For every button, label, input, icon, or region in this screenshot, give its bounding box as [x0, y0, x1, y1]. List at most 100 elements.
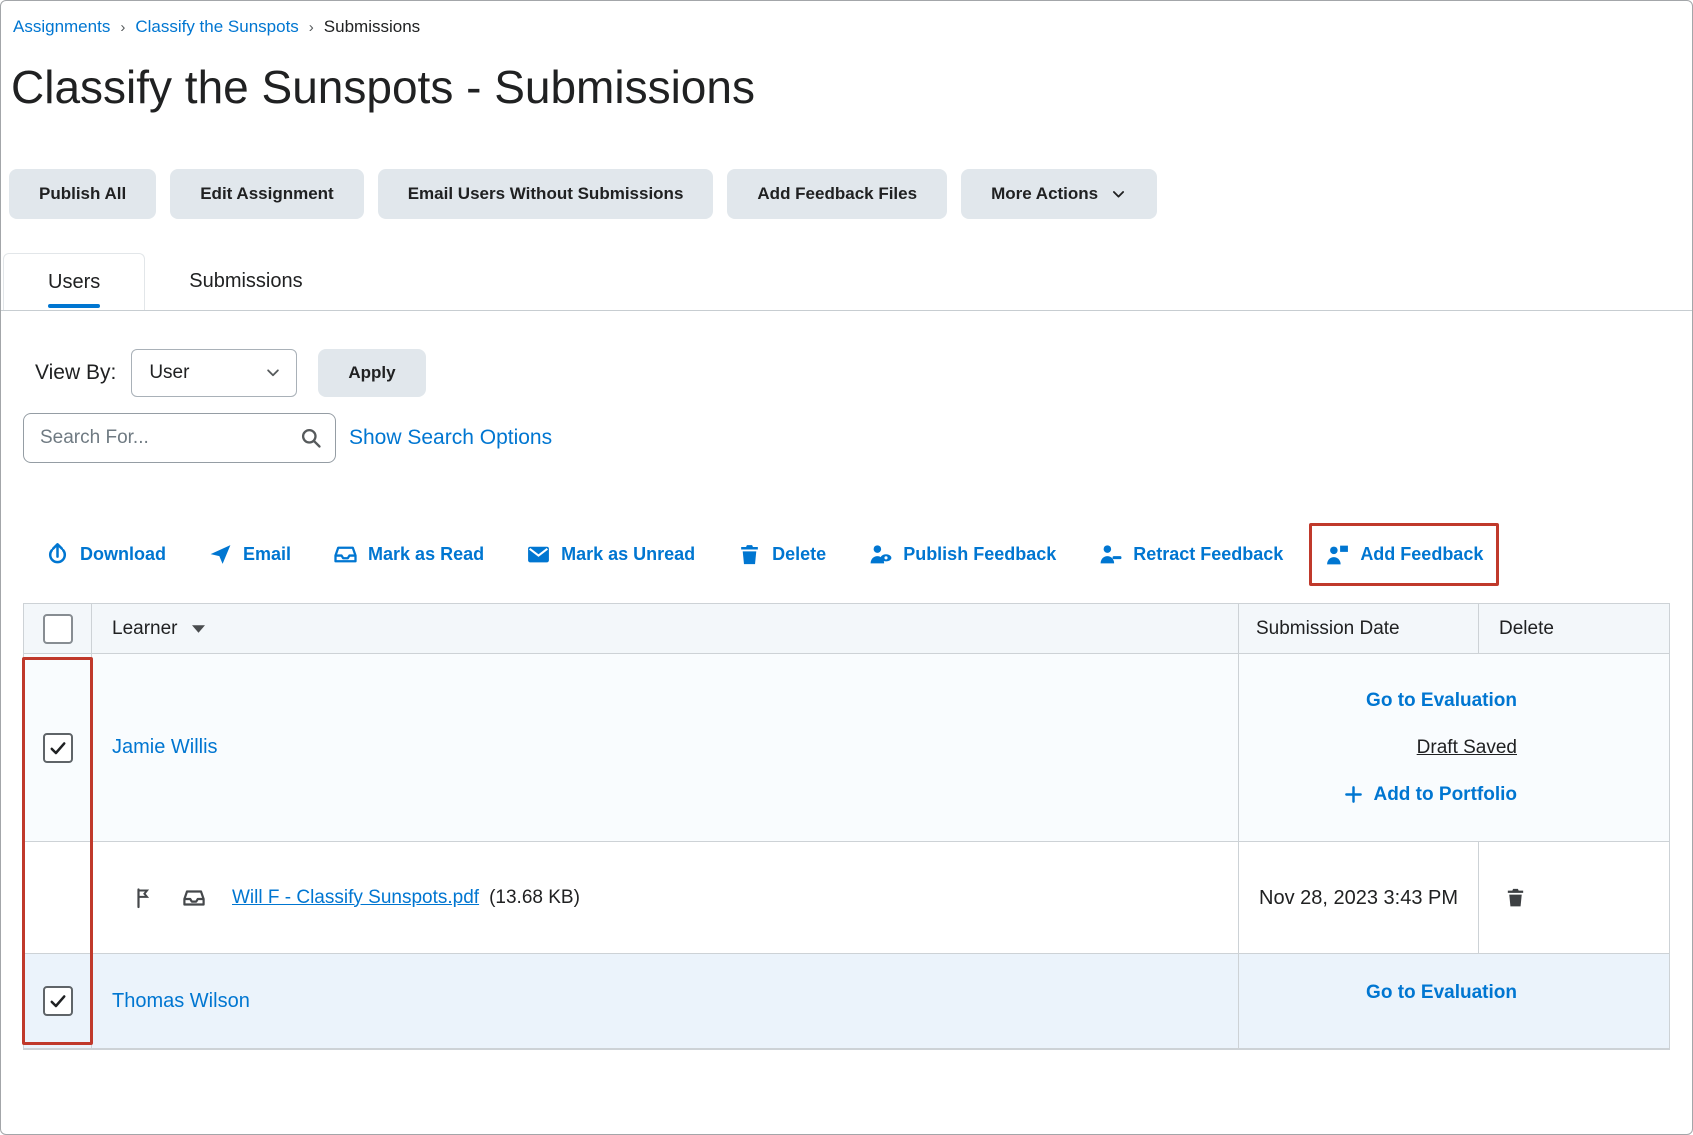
action-buttons-row: Publish All Edit Assignment Email Users …	[9, 169, 1692, 219]
view-by-select[interactable]: User	[131, 349, 297, 397]
search-input[interactable]	[23, 413, 336, 463]
delete-submission-button[interactable]	[1504, 886, 1527, 909]
breadcrumb: Assignments › Classify the Sunspots › Su…	[1, 1, 1692, 37]
add-to-portfolio-label: Add to Portfolio	[1373, 784, 1517, 806]
page-title: Classify the Sunspots - Submissions	[11, 61, 1692, 113]
learner-name-link[interactable]: Thomas Wilson	[112, 990, 250, 1013]
delete-cell	[1479, 842, 1669, 953]
header-learner-cell: Learner	[92, 604, 1239, 653]
submission-date-value: Nov 28, 2023 3:43 PM	[1259, 880, 1458, 916]
download-label: Download	[80, 544, 166, 565]
header-checkbox-cell	[24, 604, 92, 653]
breadcrumb-assignments[interactable]: Assignments	[13, 17, 110, 37]
draft-saved-link[interactable]: Draft Saved	[1417, 737, 1517, 759]
download-button[interactable]: Download	[45, 542, 166, 567]
email-label: Email	[243, 544, 291, 565]
assignment-submissions-page: Assignments › Classify the Sunspots › Su…	[0, 0, 1693, 1135]
tab-bar: Users Submissions	[1, 253, 1692, 311]
breadcrumb-submissions: Submissions	[324, 17, 420, 37]
trash-icon	[1504, 886, 1527, 909]
go-to-evaluation-link[interactable]: Go to Evaluation	[1366, 982, 1517, 1004]
edit-assignment-button[interactable]: Edit Assignment	[170, 169, 364, 219]
submission-date-cell: Nov 28, 2023 3:43 PM	[1239, 842, 1479, 953]
check-icon	[48, 991, 68, 1011]
read-status-icon	[182, 886, 206, 910]
email-users-without-submissions-button[interactable]: Email Users Without Submissions	[378, 169, 714, 219]
publish-feedback-label: Publish Feedback	[903, 544, 1056, 565]
file-size-text: (13.68 KB)	[489, 887, 580, 909]
select-all-checkbox[interactable]	[43, 614, 73, 644]
tab-submissions[interactable]: Submissions	[145, 253, 346, 310]
retract-feedback-icon	[1098, 542, 1123, 567]
breadcrumb-separator: ›	[309, 19, 314, 36]
learner-column-header: Learner	[112, 618, 178, 640]
mark-as-unread-button[interactable]: Mark as Unread	[526, 542, 695, 567]
add-feedback-icon	[1325, 542, 1350, 567]
tab-submissions-label: Submissions	[189, 270, 302, 293]
plus-icon	[1344, 785, 1363, 804]
row-checkbox-cell	[24, 954, 92, 1048]
learner-cell: Jamie Willis	[92, 654, 1239, 841]
email-button[interactable]: Email	[208, 542, 291, 567]
learner-cell: Thomas Wilson	[92, 954, 1239, 1048]
header-submission-date-cell: Submission Date	[1239, 604, 1479, 653]
show-search-options-link[interactable]: Show Search Options	[349, 426, 552, 450]
delete-button[interactable]: Delete	[737, 542, 826, 567]
add-to-portfolio-link[interactable]: Add to Portfolio	[1344, 784, 1517, 806]
add-feedback-label: Add Feedback	[1360, 544, 1483, 565]
view-by-selected-value: User	[149, 362, 189, 384]
mark-read-icon	[333, 542, 358, 567]
thomas-wilson-checkbox[interactable]	[43, 986, 73, 1016]
learner-sort-caret-icon[interactable]	[192, 625, 205, 633]
mark-as-read-button[interactable]: Mark as Read	[333, 542, 484, 567]
breadcrumb-separator: ›	[120, 19, 125, 36]
table-row-jamie-willis: Jamie Willis Go to Evaluation Draft Save…	[24, 654, 1669, 842]
email-send-icon	[208, 542, 233, 567]
retract-feedback-label: Retract Feedback	[1133, 544, 1283, 565]
mark-unread-icon	[526, 542, 551, 567]
jamie-willis-checkbox[interactable]	[43, 733, 73, 763]
download-icon	[45, 542, 70, 567]
search-wrap	[23, 413, 336, 463]
add-feedback-wrap: Add Feedback	[1325, 542, 1483, 567]
search-row: Show Search Options	[23, 413, 1692, 463]
add-feedback-files-button[interactable]: Add Feedback Files	[727, 169, 947, 219]
more-actions-button[interactable]: More Actions	[961, 169, 1157, 219]
search-icon[interactable]	[299, 426, 323, 450]
chevron-down-icon	[1110, 186, 1127, 203]
publish-all-button[interactable]: Publish All	[9, 169, 156, 219]
header-delete-cell: Delete	[1479, 604, 1669, 653]
apply-button[interactable]: Apply	[318, 349, 425, 397]
submission-date-column-header: Submission Date	[1256, 618, 1400, 640]
breadcrumb-classify-the-sunspots[interactable]: Classify the Sunspots	[135, 17, 298, 37]
view-by-label: View By:	[35, 361, 116, 385]
row-checkbox-cell	[24, 842, 92, 953]
table-row-submission-file: Will F - Classify Sunspots.pdf (13.68 KB…	[24, 842, 1669, 954]
tab-users[interactable]: Users	[3, 253, 145, 310]
add-feedback-button[interactable]: Add Feedback	[1325, 542, 1483, 567]
mark-as-unread-label: Mark as Unread	[561, 544, 695, 565]
delete-column-header: Delete	[1499, 618, 1554, 640]
evaluation-cell: Go to Evaluation Draft Saved Add to Port…	[1239, 654, 1669, 841]
mark-as-read-label: Mark as Read	[368, 544, 484, 565]
delete-label: Delete	[772, 544, 826, 565]
chevron-down-icon	[264, 364, 282, 382]
learner-name-link[interactable]: Jamie Willis	[112, 736, 218, 759]
publish-feedback-icon	[868, 542, 893, 567]
more-actions-label: More Actions	[991, 184, 1098, 204]
evaluation-cell: Go to Evaluation	[1239, 954, 1669, 1048]
publish-feedback-button[interactable]: Publish Feedback	[868, 542, 1056, 567]
submission-file-link[interactable]: Will F - Classify Sunspots.pdf	[232, 887, 479, 909]
tab-users-label: Users	[48, 271, 100, 294]
check-icon	[48, 738, 68, 758]
flag-icon[interactable]	[132, 886, 156, 910]
trash-icon	[737, 542, 762, 567]
file-cell: Will F - Classify Sunspots.pdf (13.68 KB…	[92, 842, 1239, 953]
table-row-thomas-wilson: Thomas Wilson Go to Evaluation	[24, 954, 1669, 1049]
retract-feedback-button[interactable]: Retract Feedback	[1098, 542, 1283, 567]
submissions-toolbar: Download Email Mark as Read Mark as Unre…	[45, 537, 1692, 571]
go-to-evaluation-link[interactable]: Go to Evaluation	[1366, 690, 1517, 712]
submissions-table: Learner Submission Date Delete Jamie Wil…	[23, 603, 1670, 1050]
row-checkbox-cell	[24, 654, 92, 841]
view-by-row: View By: User Apply	[35, 349, 1692, 397]
